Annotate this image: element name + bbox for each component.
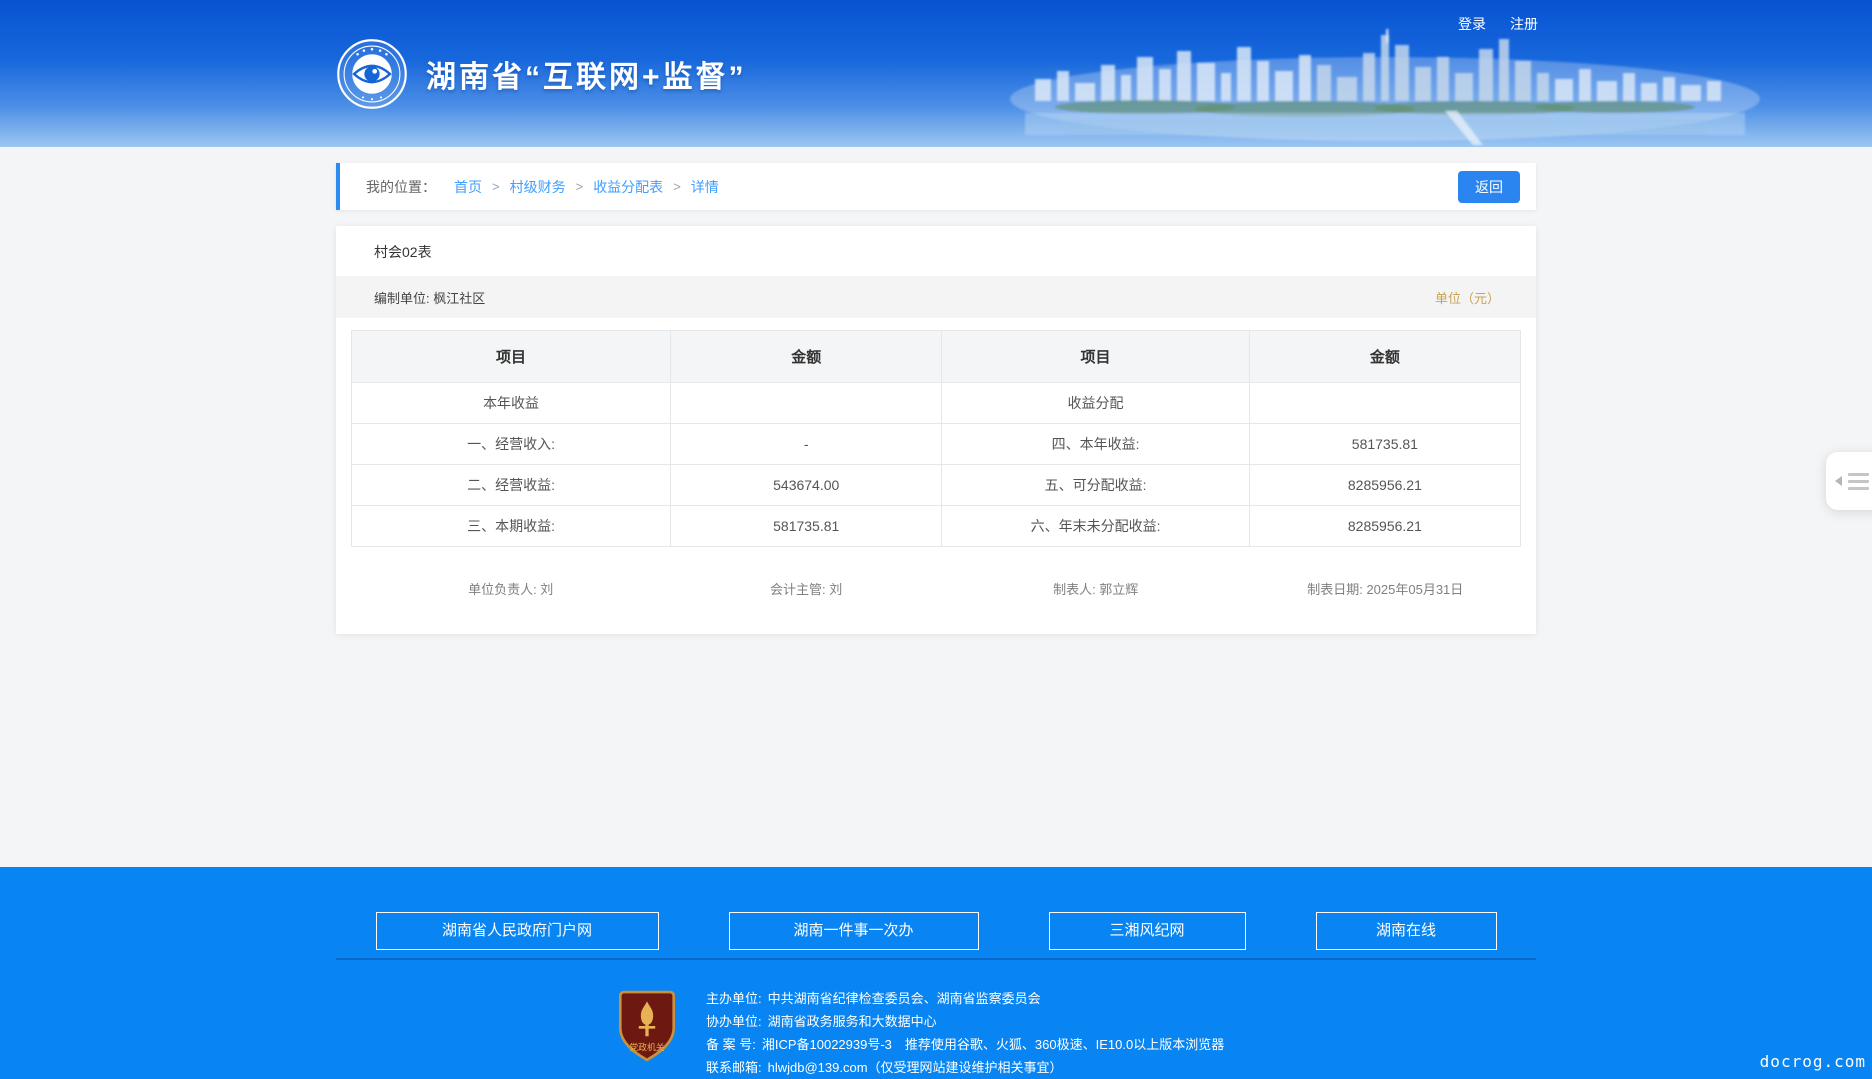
- side-panel-toggle[interactable]: [1826, 452, 1872, 510]
- table-row: 一、经营收入: - 四、本年收益: 581735.81: [350, 423, 1522, 465]
- row-amount: [1248, 382, 1522, 424]
- breadcrumb-label: 我的位置：: [366, 178, 436, 195]
- row-amount: 543674.00: [670, 464, 943, 506]
- breadcrumb-separator: >: [492, 179, 500, 194]
- footer-link-hunan-online[interactable]: 湖南在线: [1315, 912, 1497, 950]
- signers-row: 单位负责人: 刘 会计主管: 刘 制表人: 郭立辉 制表日期: 2025年05月…: [351, 547, 1521, 598]
- col-header-amount: 金额: [1248, 330, 1522, 383]
- auth-links: 登录 注册: [1458, 14, 1538, 34]
- footer-host-unit: 主办单位: 中共湖南省纪律检查委员会、湖南省监察委员会: [706, 991, 1041, 1006]
- row-amount: 581735.81: [670, 505, 943, 547]
- report-card: 村会02表 编制单位: 枫江社区 单位（元） 项目 金额 项目 金额 本年收益 …: [336, 226, 1536, 634]
- table-date: 制表日期: 2025年05月31日: [1307, 582, 1464, 597]
- site-header: 湖南省“互联网+监督” 登录 注册: [0, 0, 1872, 147]
- currency-note: 单位（元）: [1434, 290, 1500, 306]
- table-row: 本年收益 收益分配: [350, 382, 1522, 424]
- breadcrumb-separator: >: [673, 179, 681, 194]
- brand: 湖南省“互联网+监督”: [336, 38, 747, 110]
- register-link[interactable]: 注册: [1510, 14, 1538, 34]
- col-header-item: 项目: [350, 330, 672, 383]
- government-badge-icon: 党政机关: [616, 987, 680, 1068]
- accounting-supervisor: 会计主管: 刘: [770, 582, 843, 597]
- breadcrumb-detail[interactable]: 详情: [691, 177, 719, 197]
- footer-link-sanxiang-fengji[interactable]: 三湘风纪网: [1048, 912, 1246, 950]
- table-row: 三、本期收益: 581735.81 六、年末未分配收益: 8285956.21: [350, 505, 1522, 547]
- badge-text: 党政机关: [629, 1042, 664, 1053]
- row-label: 收益分配: [941, 382, 1250, 424]
- footer-link-hunan-gov-portal[interactable]: 湖南省人民政府门户网: [375, 912, 659, 950]
- col-header-amount: 金额: [670, 330, 943, 383]
- footer-co-organizer: 协办单位: 湖南省政务服务和大数据中心: [706, 1014, 937, 1029]
- row-label: 四、本年收益:: [941, 423, 1250, 465]
- row-label: 一、经营收入:: [350, 423, 672, 465]
- report-title: 村会02表: [374, 244, 432, 260]
- breadcrumb-separator: >: [575, 179, 584, 194]
- table-row: 二、经营收益: 543674.00 五、可分配收益: 8285956.21: [350, 464, 1522, 506]
- menu-icon: [1848, 469, 1869, 494]
- site-footer: 湖南省人民政府门户网 湖南一件事一次办 三湘风纪网 湖南在线 党政机关 主办单位…: [0, 867, 1872, 1079]
- watermark: docrog.com: [1759, 1052, 1866, 1071]
- col-header-item: 项目: [941, 330, 1250, 383]
- unit-responsible: 单位负责人: 刘: [468, 582, 554, 597]
- income-distribution-table: 项目 金额 项目 金额 本年收益 收益分配 一、经营收入: - 四、本年收益: …: [350, 330, 1522, 547]
- row-amount: 8285956.21: [1248, 505, 1522, 547]
- row-label: 二、经营收益:: [350, 464, 672, 506]
- row-amount: [670, 382, 943, 424]
- site-title: 湖南省“互联网+监督”: [426, 61, 747, 94]
- row-amount: 581735.81: [1248, 423, 1522, 465]
- row-amount: -: [670, 423, 943, 465]
- breadcrumb-bar: 我的位置： 首页 > 村级财务 > 收益分配表 > 详情 返回: [336, 163, 1536, 210]
- footer-link-one-thing-once[interactable]: 湖南一件事一次办: [728, 912, 979, 950]
- back-button[interactable]: 返回: [1458, 170, 1520, 203]
- chevron-left-icon: [1835, 476, 1842, 486]
- footer-info-lines: 主办单位: 中共湖南省纪律检查委员会、湖南省监察委员会 协办单位: 湖南省政务服务和…: [706, 987, 1224, 1079]
- compiling-unit: 编制单位: 枫江社区: [374, 290, 486, 306]
- report-unit-row: 编制单位: 枫江社区 单位（元）: [336, 276, 1536, 318]
- table-maker: 制表人: 郭立辉: [1053, 582, 1139, 597]
- table-header-row: 项目 金额 项目 金额: [350, 330, 1522, 383]
- breadcrumb-income-distribution[interactable]: 收益分配表: [593, 177, 663, 197]
- breadcrumb-village-finance[interactable]: 村级财务: [510, 177, 566, 197]
- footer-info: 党政机关 主办单位: 中共湖南省纪律检查委员会、湖南省监察委员会 协办单位: 湖南省…: [616, 987, 1256, 1079]
- footer-divider: [336, 958, 1536, 960]
- site-logo-eye-icon: [336, 38, 408, 110]
- login-link[interactable]: 登录: [1458, 14, 1486, 34]
- footer-icp-number: 备 案 号: 湘ICP备10022939号-3 推荐使用谷歌、火狐、360极速、I…: [706, 1037, 1225, 1052]
- row-amount: 8285956.21: [1248, 464, 1522, 506]
- row-label: 本年收益: [350, 382, 672, 424]
- breadcrumb-home[interactable]: 首页: [454, 177, 482, 197]
- row-label: 三、本期收益:: [350, 505, 672, 547]
- footer-links: 湖南省人民政府门户网 湖南一件事一次办 三湘风纪网 湖南在线: [336, 867, 1536, 950]
- footer-contact-email: 联系邮箱: hlwjdb@139.com（仅受理网站建设维护相关事宜）: [706, 1060, 1063, 1075]
- row-label: 六、年末未分配收益:: [941, 505, 1250, 547]
- row-label: 五、可分配收益:: [941, 464, 1250, 506]
